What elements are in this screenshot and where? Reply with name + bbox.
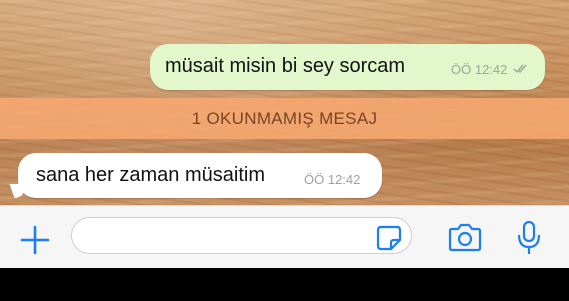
outgoing-message-time: ÖÖ 12:42 bbox=[451, 62, 508, 77]
outgoing-message-meta: ÖÖ 12:42 bbox=[451, 62, 529, 77]
outgoing-message-bubble[interactable]: müsait misin bi sey sorcam ÖÖ 12:42 bbox=[150, 44, 545, 90]
plus-icon[interactable] bbox=[18, 223, 52, 257]
incoming-message-bubble[interactable]: sana her zaman müsaitim ÖÖ 12:42 bbox=[9, 153, 382, 198]
unread-messages-banner: 1 OKUNMAMIŞ MESAJ bbox=[0, 98, 569, 139]
incoming-message-text: sana her zaman müsaitim bbox=[36, 164, 265, 186]
camera-icon[interactable] bbox=[446, 223, 484, 253]
outgoing-message-text: müsait misin bi sey sorcam bbox=[165, 55, 406, 77]
incoming-message-time: ÖÖ 12:42 bbox=[304, 172, 361, 187]
message-input-bar bbox=[0, 205, 569, 268]
sticker-icon[interactable] bbox=[376, 225, 402, 251]
double-check-icon bbox=[513, 64, 529, 74]
microphone-icon[interactable] bbox=[516, 220, 542, 256]
message-text-field[interactable] bbox=[71, 217, 412, 254]
chat-screen: müsait misin bi sey sorcam ÖÖ 12:42 1 OK… bbox=[0, 0, 569, 268]
